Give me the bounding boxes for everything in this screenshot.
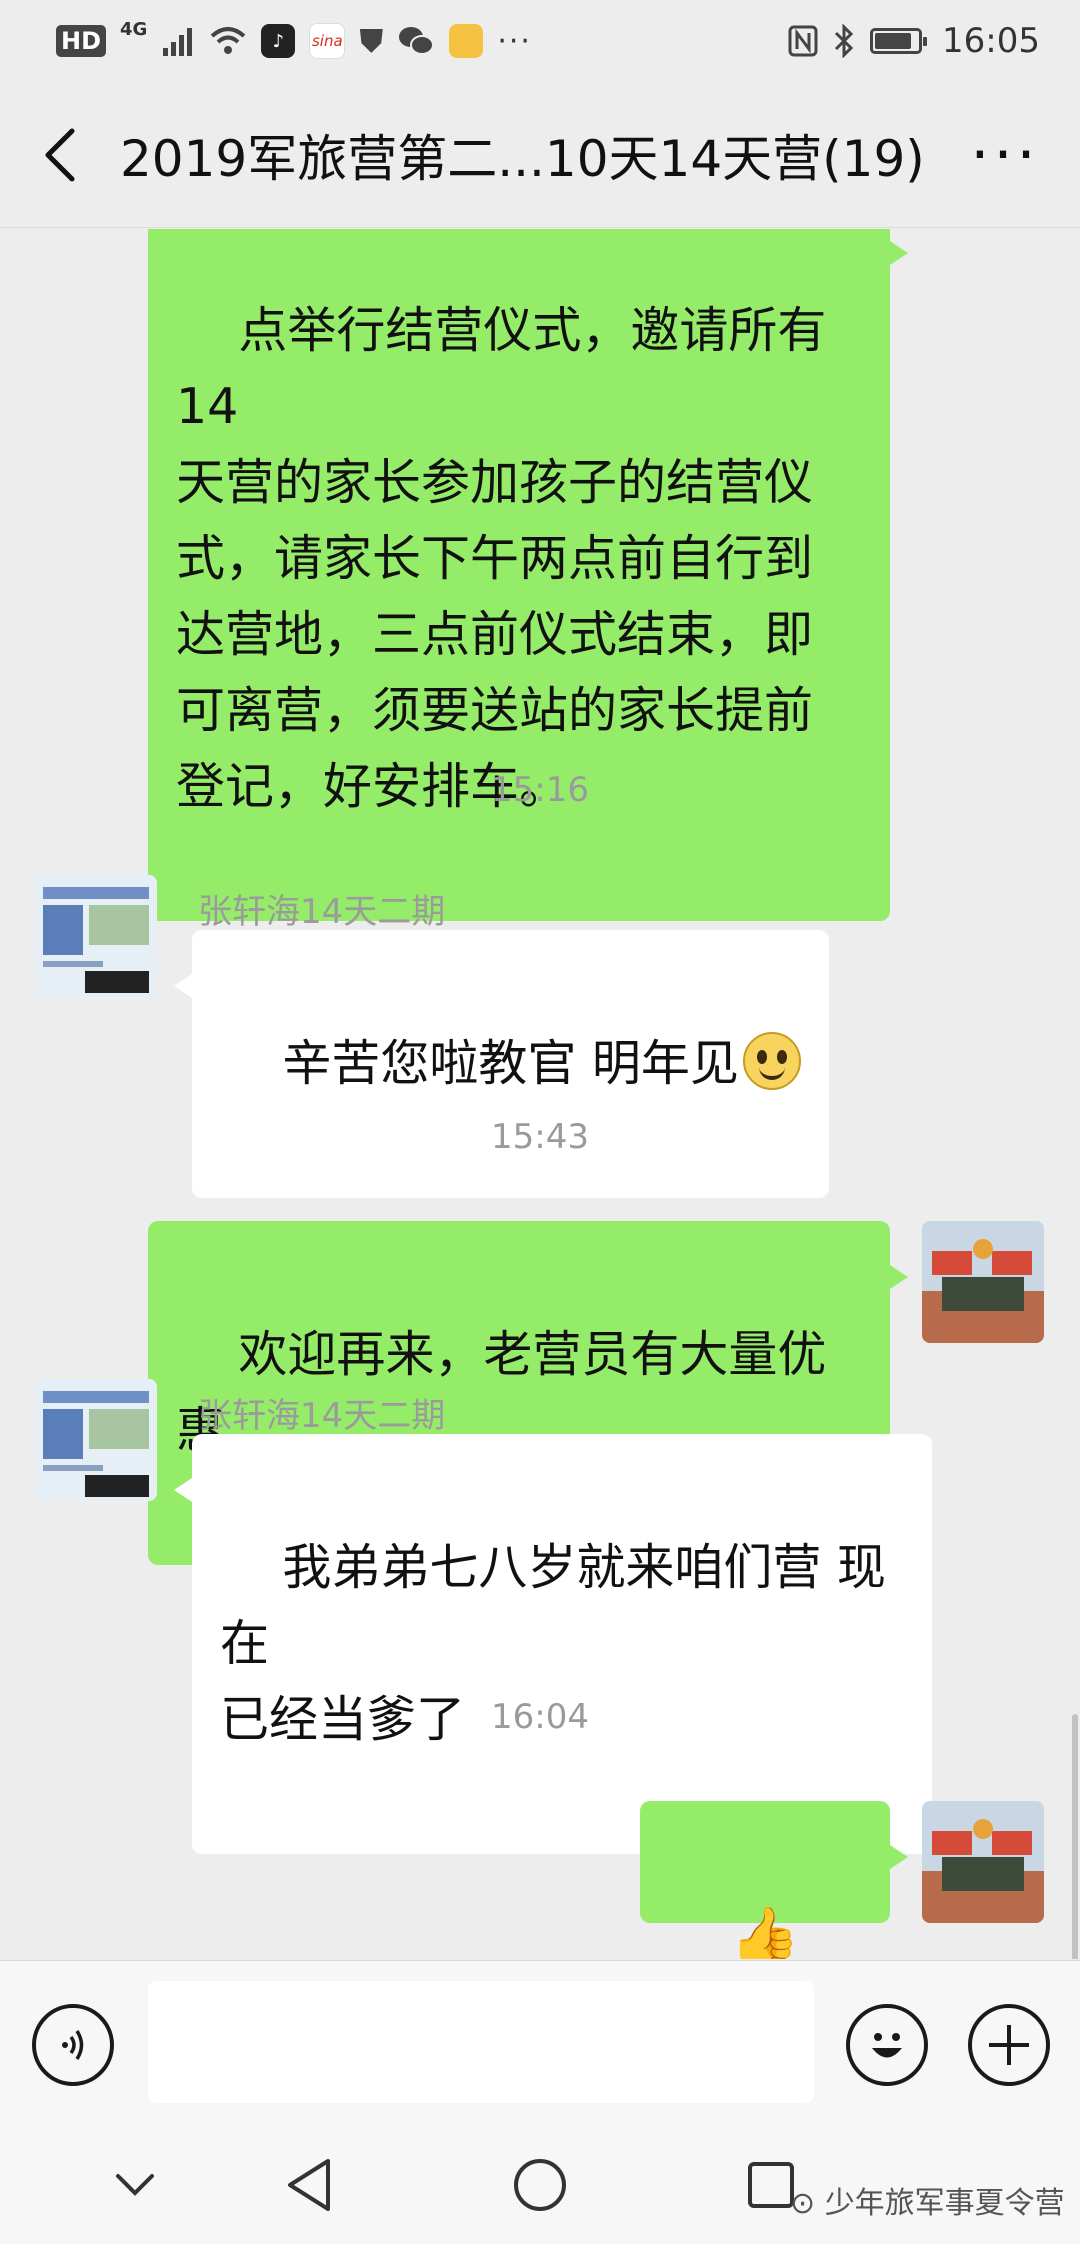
avatar-image: [35, 875, 157, 997]
signal-icon: [163, 28, 193, 56]
avatar[interactable]: [35, 875, 157, 997]
incoming-message-bubble[interactable]: 辛苦您啦教官 明年见: [174, 930, 829, 1198]
smiley-icon: [872, 2033, 902, 2058]
message-text: 辛苦您啦教官 明年见: [282, 1035, 739, 1092]
triangle-back-icon: [288, 2159, 330, 2211]
avatar[interactable]: [35, 1379, 157, 1501]
sender-name: 张轩海14天二期: [198, 1396, 446, 1436]
status-time: 16:05: [942, 21, 1040, 61]
chevron-down-icon: [116, 2174, 154, 2196]
system-navigation-bar: ⊙ 少年旅军事夏令营: [0, 2120, 1080, 2244]
more-notifications-icon: ···: [497, 23, 532, 59]
tiktok-icon: ♪: [261, 24, 296, 58]
voice-icon: [62, 2030, 84, 2060]
shield-icon: ⛊: [359, 21, 384, 60]
wifi-icon: [211, 27, 246, 54]
watermark-logo-icon: ⊙: [790, 2186, 825, 2221]
square-recents-icon: [748, 2162, 794, 2208]
thumbs-up-icon: 👍: [730, 1904, 801, 1959]
timestamp: 16:04: [491, 1697, 589, 1737]
chat-header: 2019军旅营第二...10天14天营(19) ···: [0, 82, 1080, 228]
sender-name: 张轩海14天二期: [198, 892, 446, 932]
bluetooth-icon: [834, 24, 854, 58]
chat-title: 2019军旅营第二...10天14天营(19): [120, 129, 925, 188]
nav-back-button[interactable]: [274, 2150, 344, 2220]
watermark: ⊙ 少年旅军事夏令营: [790, 2178, 1065, 2222]
smile-emoji-icon: [742, 1032, 801, 1090]
message-input-bar: [0, 1960, 1080, 2120]
battery-icon: [870, 28, 928, 54]
wechat-icon: [399, 27, 435, 55]
message-list[interactable]: 点举行结营仪式，邀请所有14 天营的家长参加孩子的结营仪 式，请家长下午两点前自…: [0, 229, 1080, 1959]
message-text-input[interactable]: [148, 1981, 814, 2103]
outgoing-message-bubble[interactable]: 👍👍👍: [640, 1801, 908, 1959]
status-bar-right: 16:05: [788, 21, 1040, 61]
my-avatar[interactable]: [922, 1801, 1044, 1923]
avatar-image: [35, 1379, 157, 1501]
emoji-button[interactable]: [846, 2004, 928, 2086]
plus-icon: [989, 2025, 1029, 2065]
sina-icon: sina: [309, 23, 346, 59]
watermark-text: 少年旅军事夏令营: [824, 2186, 1065, 2221]
nav-collapse-button[interactable]: [100, 2150, 170, 2220]
notification-app-icon: [449, 24, 484, 58]
outgoing-message-bubble[interactable]: 点举行结营仪式，邀请所有14 天营的家长参加孩子的结营仪 式，请家长下午两点前自…: [148, 229, 908, 921]
more-options-button[interactable]: ···: [930, 82, 1080, 228]
status-bar: HD 4G ♪ sina ⛊ ··· 16:05: [0, 0, 1080, 82]
nav-home-button[interactable]: [505, 2150, 575, 2220]
voice-input-button[interactable]: [32, 2004, 114, 2086]
nfc-icon: [788, 25, 818, 57]
chat-scrollbar[interactable]: [1072, 1714, 1078, 1959]
back-button[interactable]: [0, 82, 120, 228]
chevron-left-icon: [45, 128, 75, 181]
timestamp: 15:43: [491, 1117, 589, 1157]
my-avatar[interactable]: [922, 1221, 1044, 1343]
network-type: 4G: [120, 18, 148, 40]
avatar-image: [922, 1801, 1044, 1923]
timestamp: 15:16: [491, 770, 589, 810]
battery-level: [875, 33, 912, 49]
status-bar-left: HD 4G ♪ sina ⛊ ···: [56, 18, 532, 61]
circle-home-icon: [514, 2159, 566, 2211]
avatar-image: [922, 1221, 1044, 1343]
incoming-message-bubble[interactable]: 我弟弟七八岁就来咱们营 现在 已经当爹了: [174, 1434, 932, 1854]
message-text: 点举行结营仪式，邀请所有14 天营的家长参加孩子的结营仪 式，请家长下午两点前自…: [176, 302, 827, 815]
more-actions-button[interactable]: [968, 2004, 1050, 2086]
hd-badge: HD: [56, 25, 107, 57]
